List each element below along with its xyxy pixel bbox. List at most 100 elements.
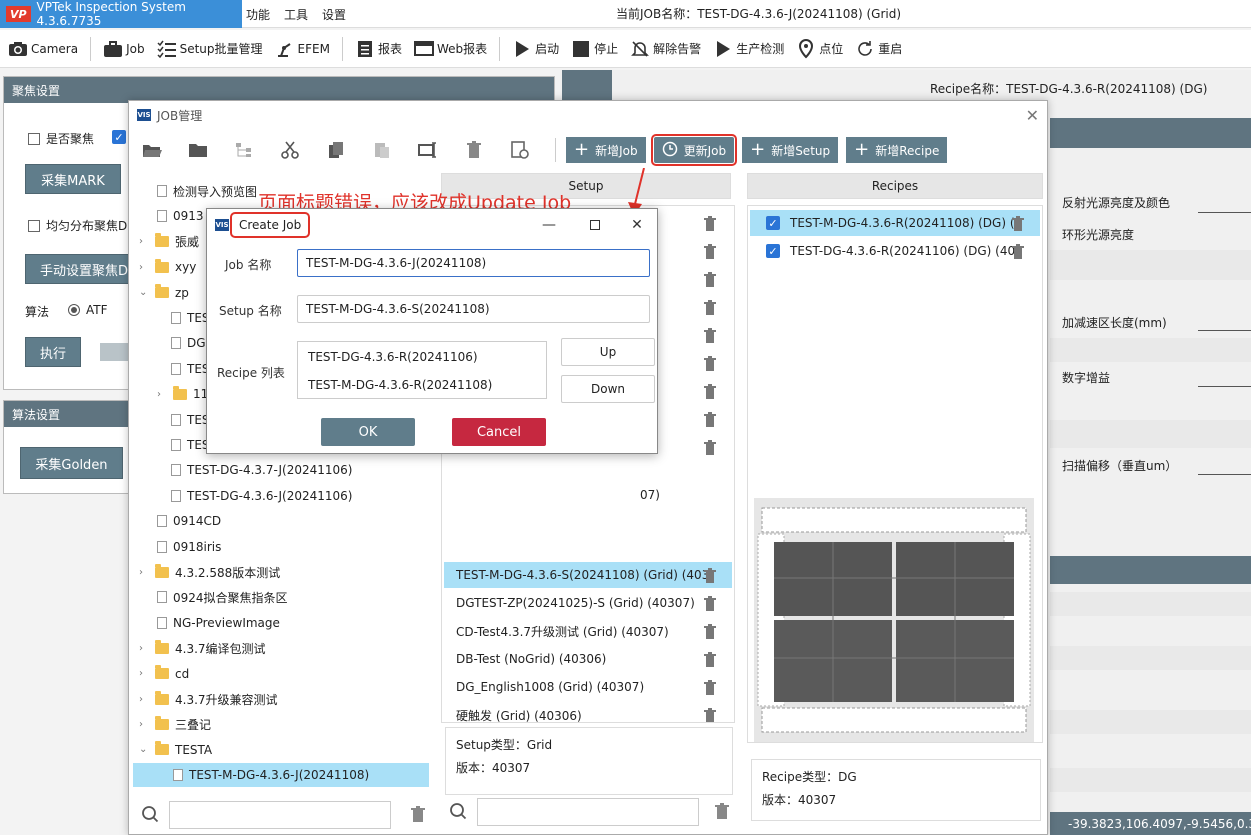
trash-icon[interactable]: [704, 708, 716, 722]
setup-list-item[interactable]: DB-Test (NoGrid) (40306): [444, 646, 732, 672]
search-icon[interactable]: [449, 802, 467, 823]
tree-search-input[interactable]: [169, 801, 391, 829]
paste-icon[interactable]: [371, 139, 393, 161]
delete-icon[interactable]: [463, 139, 485, 161]
copy-icon[interactable]: [325, 139, 347, 161]
tree-folder[interactable]: › 4.3.7升级兼容测试: [139, 687, 278, 711]
tree-folder[interactable]: › 三叠记: [139, 712, 211, 736]
collect-golden-button[interactable]: 采集Golden: [20, 447, 123, 479]
tree-item[interactable]: TES: [139, 306, 210, 330]
camera-button[interactable]: Camera: [8, 39, 78, 59]
chevron-right-icon[interactable]: ›: [139, 694, 149, 705]
tree-folder[interactable]: › cd: [139, 662, 189, 686]
focus-checkbox[interactable]: [28, 132, 40, 145]
cancel-button[interactable]: Cancel: [452, 418, 546, 446]
efem-button[interactable]: EFEM: [275, 39, 330, 59]
setup-list-item[interactable]: DGTEST-ZP(20241025)-S (Grid) (40307): [444, 590, 732, 616]
new-job-button[interactable]: + 新增Job: [566, 137, 646, 163]
web-report-button[interactable]: Web报表: [413, 39, 487, 59]
search-icon[interactable]: [141, 805, 159, 826]
tree-item[interactable]: NG-PreviewImage: [139, 611, 280, 635]
trash-icon[interactable]: [704, 412, 716, 427]
trash-icon[interactable]: [704, 300, 716, 315]
input-line[interactable]: [1198, 386, 1251, 387]
atf-radio[interactable]: [68, 304, 80, 316]
chevron-right-icon[interactable]: ›: [139, 643, 149, 654]
trash-icon[interactable]: [704, 624, 716, 639]
maximize-icon[interactable]: [585, 215, 605, 235]
chevron-down-icon[interactable]: ⌄: [139, 287, 149, 298]
down-button[interactable]: Down: [561, 375, 655, 403]
tree-item[interactable]: TES: [139, 433, 210, 457]
collect-mark-button[interactable]: 采集MARK: [25, 164, 121, 194]
chevron-right-icon[interactable]: ›: [139, 262, 149, 273]
rename-icon[interactable]: [417, 139, 439, 161]
manual-focus-button[interactable]: 手动设置聚焦D: [25, 254, 131, 284]
setup-list-item[interactable]: DG_English1008 (Grid) (40307): [444, 674, 732, 700]
dialog-recipe-item[interactable]: TEST-DG-4.3.6-R(20241106): [308, 350, 478, 364]
tree-folder[interactable]: ⌄ zp: [139, 281, 189, 305]
close-icon[interactable]: ✕: [1026, 106, 1039, 125]
execute-button[interactable]: 执行: [25, 337, 81, 367]
tree-folder[interactable]: › 4.3.2.588版本测试: [139, 560, 280, 584]
setup-list-item[interactable]: 硬触发 (Grid) (40306): [444, 702, 732, 722]
restart-button[interactable]: 重启: [855, 39, 902, 59]
recipe-list-item[interactable]: ✓ TEST-DG-4.3.6-R(20241106) (DG) (40:: [750, 238, 1040, 264]
trash-icon[interactable]: [1012, 216, 1024, 231]
checked-checkbox[interactable]: ✓: [112, 130, 126, 144]
tree-folder[interactable]: › 110: [139, 382, 216, 406]
trash-icon[interactable]: [704, 272, 716, 287]
uniform-focus-checkbox[interactable]: [28, 219, 40, 232]
trash-icon[interactable]: [704, 440, 716, 455]
menu-settings[interactable]: 设置: [322, 6, 346, 23]
tree-folder[interactable]: › 張威: [139, 230, 199, 254]
focus-checkbox-row[interactable]: 是否聚焦: [28, 130, 94, 147]
trash-icon[interactable]: [704, 216, 716, 231]
chevron-down-icon[interactable]: ⌄: [139, 744, 149, 755]
chevron-right-icon[interactable]: ›: [139, 719, 149, 730]
tree-structure-icon[interactable]: [233, 139, 255, 161]
tree-item[interactable]: 0913: [139, 204, 204, 228]
start-button[interactable]: 启动: [512, 39, 559, 59]
tree-item[interactable]: 0914CD: [139, 509, 221, 533]
close-icon[interactable]: ✕: [627, 215, 647, 235]
cut-icon[interactable]: [279, 139, 301, 161]
input-line[interactable]: [1198, 474, 1251, 475]
tree-folder[interactable]: › xyy: [139, 255, 196, 279]
tree-folder[interactable]: ⌄ TESTA: [139, 738, 212, 762]
production-inspect-button[interactable]: 生产检测: [713, 39, 784, 59]
chevron-right-icon[interactable]: ›: [139, 236, 149, 247]
new-setup-button[interactable]: + 新增Setup: [742, 137, 839, 163]
tree-item[interactable]: TES: [139, 408, 210, 432]
stop-button[interactable]: 停止: [571, 39, 618, 59]
tree-item[interactable]: TEST-M-DG-4.3.6-J(20241108): [133, 763, 429, 788]
update-job-button[interactable]: 更新Job: [650, 134, 738, 166]
trash-icon[interactable]: [704, 244, 716, 259]
folder-icon[interactable]: [187, 139, 209, 161]
tree-item[interactable]: TES: [139, 357, 210, 381]
tree-item[interactable]: DG: [139, 331, 206, 355]
uniform-focus-row[interactable]: 均匀分布聚焦Die: [28, 217, 144, 234]
point-button[interactable]: 点位: [796, 38, 843, 59]
ok-button[interactable]: OK: [321, 418, 415, 446]
setup-batch-button[interactable]: Setup批量管理: [157, 39, 263, 59]
tree-folder[interactable]: › 4.3.7编译包测试: [139, 636, 266, 660]
trash-icon[interactable]: [704, 328, 716, 343]
tree-item[interactable]: TEST-DG-4.3.7-J(20241106): [139, 458, 352, 482]
chevron-right-icon[interactable]: ›: [139, 567, 149, 578]
tree-item[interactable]: 检测导入预览图: [139, 179, 257, 203]
recipe-checkbox[interactable]: ✓: [766, 216, 780, 230]
job-name-input[interactable]: TEST-M-DG-4.3.6-J(20241108): [297, 249, 650, 277]
recipe-checkbox[interactable]: ✓: [766, 244, 780, 258]
trash-icon[interactable]: [704, 356, 716, 371]
menu-tools[interactable]: 工具: [284, 6, 308, 23]
history-icon[interactable]: [509, 139, 531, 161]
atf-radio-row[interactable]: ATF: [68, 303, 108, 317]
clear-alarm-button[interactable]: 解除告警: [630, 39, 701, 59]
tree-item[interactable]: TEST-DG-4.3.6-J(20241106): [139, 484, 352, 508]
dialog-recipe-item[interactable]: TEST-M-DG-4.3.6-R(20241108): [308, 378, 492, 392]
setup-list-item[interactable]: TEST-M-DG-4.3.6-S(20241108) (Grid) (403: [444, 562, 732, 588]
trash-icon[interactable]: [715, 802, 729, 822]
job-button[interactable]: Job: [103, 39, 145, 59]
trash-icon[interactable]: [704, 568, 716, 583]
